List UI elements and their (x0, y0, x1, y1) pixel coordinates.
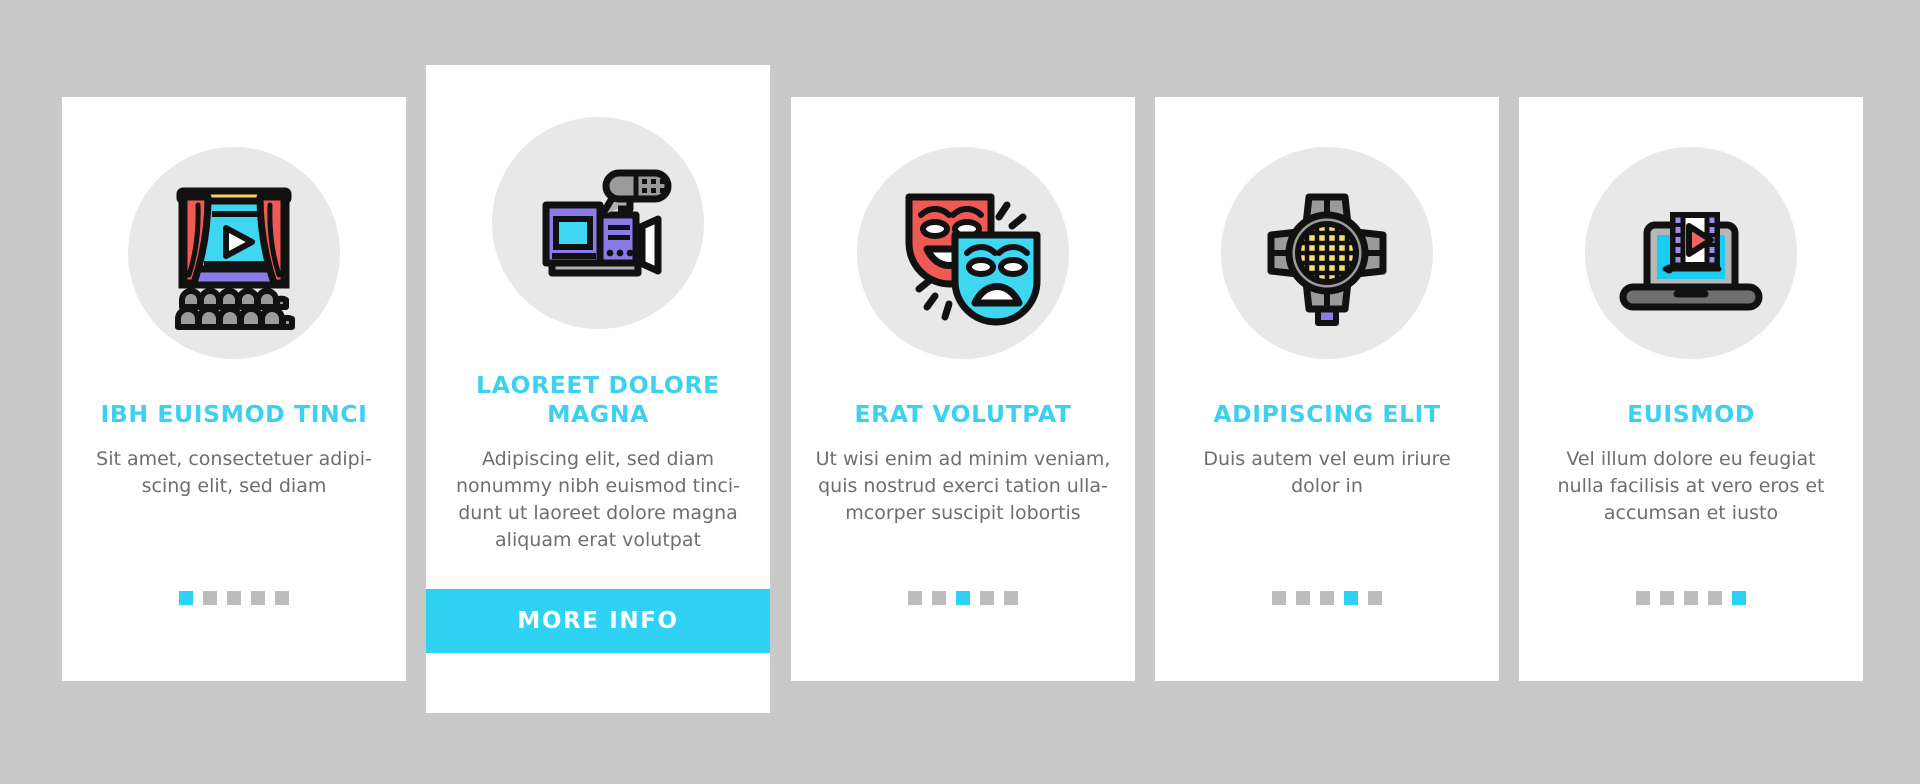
pagination-dot-5[interactable] (1732, 591, 1746, 605)
card-description: Sit amet, consectetuer adipi-scing elit,… (96, 448, 372, 498)
pagination-dot-3[interactable] (227, 591, 241, 605)
pagination-dot-3[interactable] (956, 591, 970, 605)
card-title: ERAT VOLUTPAT (854, 400, 1072, 428)
card-description: Ut wisi enim ad minim veniam, quis nostr… (815, 448, 1111, 525)
card-title: EUISMOD (1627, 400, 1755, 428)
card-description: Adipiscing elit, sed diam nonummy nibh e… (455, 448, 740, 552)
pagination-dot-2[interactable] (1296, 591, 1310, 605)
card-description: Vel illum dolore eu feugiat nulla facili… (1557, 448, 1825, 525)
pagination-dot-1[interactable] (179, 591, 193, 605)
video-camera-icon-svg (542, 169, 672, 277)
pagination-dot-5[interactable] (1368, 591, 1382, 605)
card-title: ADIPISCING ELIT (1213, 400, 1441, 428)
onboarding-card-4[interactable]: ADIPISCING ELIT Duis autem vel eum iriur… (1155, 97, 1499, 681)
pagination-dot-2[interactable] (203, 591, 217, 605)
card-title: IBH EUISMOD TINCI (100, 400, 368, 428)
pagination-dot-4[interactable] (1344, 591, 1358, 605)
card-title: LAOREET DOLORE MAGNA (476, 371, 720, 429)
pagination-dot-5[interactable] (1004, 591, 1018, 605)
pagination-dot-1[interactable] (1636, 591, 1650, 605)
pagination-dot-1[interactable] (908, 591, 922, 605)
video-camera-icon (492, 117, 704, 329)
pagination-dot-3[interactable] (1684, 591, 1698, 605)
pagination-dot-1[interactable] (1272, 591, 1286, 605)
pagination-dot-2[interactable] (1660, 591, 1674, 605)
cinema-screen-icon-svg (175, 187, 295, 330)
onboarding-card-3[interactable]: ERAT VOLUTPAT Ut wisi enim ad minim veni… (791, 97, 1135, 681)
pagination-dot-3[interactable] (1320, 591, 1334, 605)
onboarding-card-1[interactable]: IBH EUISMOD TINCI Sit amet, consectetuer… (62, 97, 406, 681)
onboarding-card-2[interactable]: LAOREET DOLORE MAGNA Adipiscing elit, se… (426, 65, 770, 713)
pagination-dot-4[interactable] (980, 591, 994, 605)
pagination-dots[interactable] (179, 591, 289, 605)
onboarding-screens-container: IBH EUISMOD TINCI Sit amet, consectetuer… (0, 0, 1920, 784)
theater-masks-icon (857, 147, 1069, 359)
pagination-dot-2[interactable] (932, 591, 946, 605)
laptop-video-icon (1585, 147, 1797, 359)
pagination-dot-4[interactable] (1708, 591, 1722, 605)
card-description: Duis autem vel eum iriure dolor in (1203, 448, 1451, 498)
cinema-screen-icon (128, 147, 340, 359)
pagination-dot-5[interactable] (275, 591, 289, 605)
stage-spotlight-icon-svg (1267, 193, 1387, 326)
pagination-dots[interactable] (1272, 591, 1382, 605)
theater-masks-icon-svg (905, 193, 1041, 326)
pagination-dots[interactable] (908, 591, 1018, 605)
onboarding-card-5[interactable]: EUISMOD Vel illum dolore eu feugiat null… (1519, 97, 1863, 681)
laptop-video-icon-svg (1619, 212, 1763, 311)
pagination-dots[interactable] (1636, 591, 1746, 605)
pagination-dot-4[interactable] (251, 591, 265, 605)
more-info-button[interactable]: MORE INFO (426, 589, 770, 653)
stage-spotlight-icon (1221, 147, 1433, 359)
